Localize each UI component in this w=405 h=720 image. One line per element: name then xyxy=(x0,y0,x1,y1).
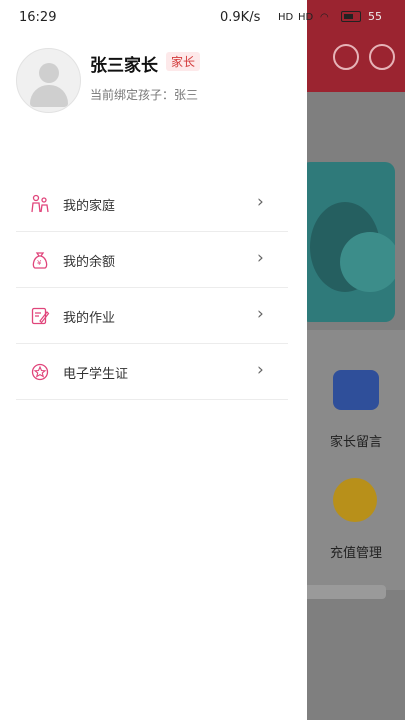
chat-icon xyxy=(369,44,395,70)
menu-item-balance[interactable]: ¥ 我的余额 › xyxy=(16,232,288,288)
parent-message-icon xyxy=(333,370,379,410)
svg-text:¥: ¥ xyxy=(37,259,42,267)
background-banner xyxy=(300,162,395,322)
phone-icon xyxy=(333,44,359,70)
status-bar: 16:29 0.9K/s HD HD ◠ 55 xyxy=(0,0,405,36)
menu-item-family[interactable]: 我的家庭 › xyxy=(16,176,288,232)
student-id-icon xyxy=(31,363,49,381)
avatar[interactable] xyxy=(16,48,81,113)
network-speed: 0.9K/s xyxy=(220,10,261,25)
chevron-right-icon: › xyxy=(257,360,264,380)
avatar-body xyxy=(30,85,68,107)
recharge-icon xyxy=(333,478,377,522)
bound-child-text: 当前绑定孩子：张三 xyxy=(90,88,199,102)
menu-item-label: 我的余额 xyxy=(63,255,116,270)
menu-item-student-id[interactable]: 电子学生证 › xyxy=(16,344,288,400)
menu-item-label: 我的家庭 xyxy=(63,199,116,214)
wifi-icon: ◠ xyxy=(320,12,329,23)
role-badge: 家长 xyxy=(166,52,201,71)
chevron-right-icon: › xyxy=(257,248,264,268)
money-bag-icon: ¥ xyxy=(32,252,48,269)
parent-message-label: 家长留言 xyxy=(330,435,383,450)
menu-item-label: 电子学生证 xyxy=(63,367,129,382)
signal-icon: HD xyxy=(298,12,314,23)
battery-icon xyxy=(341,11,361,22)
background-band xyxy=(300,585,386,599)
drawer-menu: 我的家庭 › ¥ 我的余额 › 我的作业 › 电子学生证 › xyxy=(16,176,288,400)
recharge-label: 充值管理 xyxy=(330,546,383,561)
avatar-head xyxy=(39,63,59,83)
battery-percent: 55 xyxy=(368,10,382,23)
parent-name: 张三家长 xyxy=(90,56,158,76)
chevron-right-icon: › xyxy=(257,304,264,324)
side-drawer: 张三家长 家长 当前绑定孩子：张三 我的家庭 › ¥ 我的余额 › 我的作业 ›… xyxy=(0,0,307,720)
family-icon xyxy=(31,194,49,213)
menu-item-label: 我的作业 xyxy=(63,311,116,326)
homework-icon xyxy=(31,307,50,325)
signal-icon: HD xyxy=(278,12,294,23)
menu-item-homework[interactable]: 我的作业 › xyxy=(16,288,288,344)
status-time: 16:29 xyxy=(19,10,57,25)
chevron-right-icon: › xyxy=(257,192,264,212)
